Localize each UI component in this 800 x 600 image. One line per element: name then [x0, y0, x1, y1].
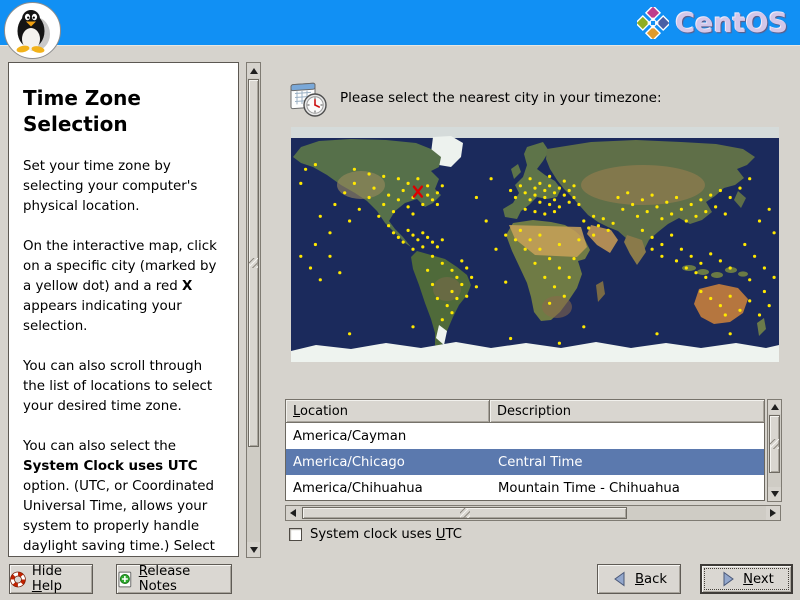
- table-scroll-left-button[interactable]: [286, 506, 300, 520]
- help-text: Set your time zone by selecting your com…: [23, 157, 224, 556]
- page-title: Time Zone Selection: [23, 86, 141, 136]
- help-paragraph: You can also scroll through the list of …: [23, 359, 213, 414]
- next-button[interactable]: Next: [700, 564, 793, 594]
- thumb-grip: [770, 439, 779, 449]
- help-scrollbar-thumb[interactable]: [248, 79, 259, 447]
- timezone-description: Central Time: [498, 454, 583, 470]
- table-hscrollbar[interactable]: [285, 505, 781, 521]
- thumb-grip: [249, 258, 258, 268]
- release-notes-icon: [118, 571, 132, 587]
- arrow-right-icon: [770, 509, 776, 517]
- back-arrow-icon: [614, 571, 625, 587]
- table-scroll-right-button[interactable]: [766, 506, 780, 520]
- utc-checkbox-label: System clock uses UTC: [310, 527, 462, 542]
- help-paragraph: Set your time zone by selecting your com…: [23, 159, 198, 214]
- arrow-up-icon: [770, 404, 779, 410]
- help-scrollbar[interactable]: [246, 62, 261, 558]
- help-panel: Time Zone Selection Set your time zone b…: [8, 62, 239, 557]
- timezone-location: America/Chicago: [293, 454, 405, 470]
- tux-logo: [4, 2, 61, 59]
- table-vscrollbar[interactable]: [767, 399, 782, 502]
- brand-name: CentOS: [675, 7, 788, 39]
- help-scroll-down-button[interactable]: [247, 542, 260, 557]
- arrow-down-icon: [770, 491, 779, 497]
- life-ring-icon: [10, 571, 26, 587]
- installer-window: CentOS Time Zone Selection Set your time…: [0, 0, 800, 600]
- arrow-down-icon: [249, 546, 258, 553]
- table-scroll-up-button[interactable]: [768, 400, 781, 414]
- thumb-grip: [459, 508, 470, 518]
- timezone-location: America/Chihuahua: [293, 480, 423, 496]
- timezone-row[interactable]: America/Chihuahua Mountain Time - Chihuah…: [286, 475, 764, 500]
- timezone-list: America/Cayman America/Chicago Central Tim…: [285, 423, 765, 501]
- help-scroll-up-button[interactable]: [247, 63, 260, 78]
- timezone-clock-icon: [288, 77, 330, 123]
- centos-brand: CentOS: [637, 7, 788, 39]
- back-button[interactable]: Back: [597, 564, 681, 594]
- table-hscrollbar-thumb[interactable]: [302, 507, 627, 519]
- timezone-location: America/Cayman: [293, 428, 407, 444]
- release-notes-button[interactable]: Release Notes: [116, 564, 232, 594]
- timezone-table: Location Description America/Cayman Ameri…: [285, 399, 765, 501]
- table-scroll-down-button[interactable]: [768, 487, 781, 501]
- hide-help-button[interactable]: Hide Help: [9, 564, 93, 594]
- table-vscrollbar-thumb[interactable]: [769, 415, 780, 473]
- timezone-row[interactable]: America/Cayman: [286, 423, 764, 449]
- timezone-row[interactable]: America/Chicago Central Time: [286, 449, 764, 475]
- help-paragraph: On the interactive map, click on a speci…: [23, 239, 217, 334]
- arrow-up-icon: [249, 67, 258, 74]
- next-arrow-icon: [723, 571, 734, 587]
- tux-penguin-icon: [16, 10, 50, 53]
- prompt-label: Please select the nearest city in your t…: [340, 90, 662, 106]
- help-paragraph: You can also select the System Clock use…: [23, 439, 215, 554]
- column-header-description[interactable]: Description: [490, 399, 765, 423]
- arrow-left-icon: [290, 509, 296, 517]
- utc-checkbox-row[interactable]: System clock uses UTC: [289, 527, 462, 542]
- timezone-description: Mountain Time - Chihuahua: [498, 480, 680, 496]
- column-header-location[interactable]: Location: [285, 399, 490, 423]
- table-header: Location Description: [285, 399, 765, 423]
- timezone-map[interactable]: [291, 127, 779, 362]
- utc-checkbox[interactable]: [289, 528, 302, 541]
- centos-pinwheel-icon: [637, 7, 670, 39]
